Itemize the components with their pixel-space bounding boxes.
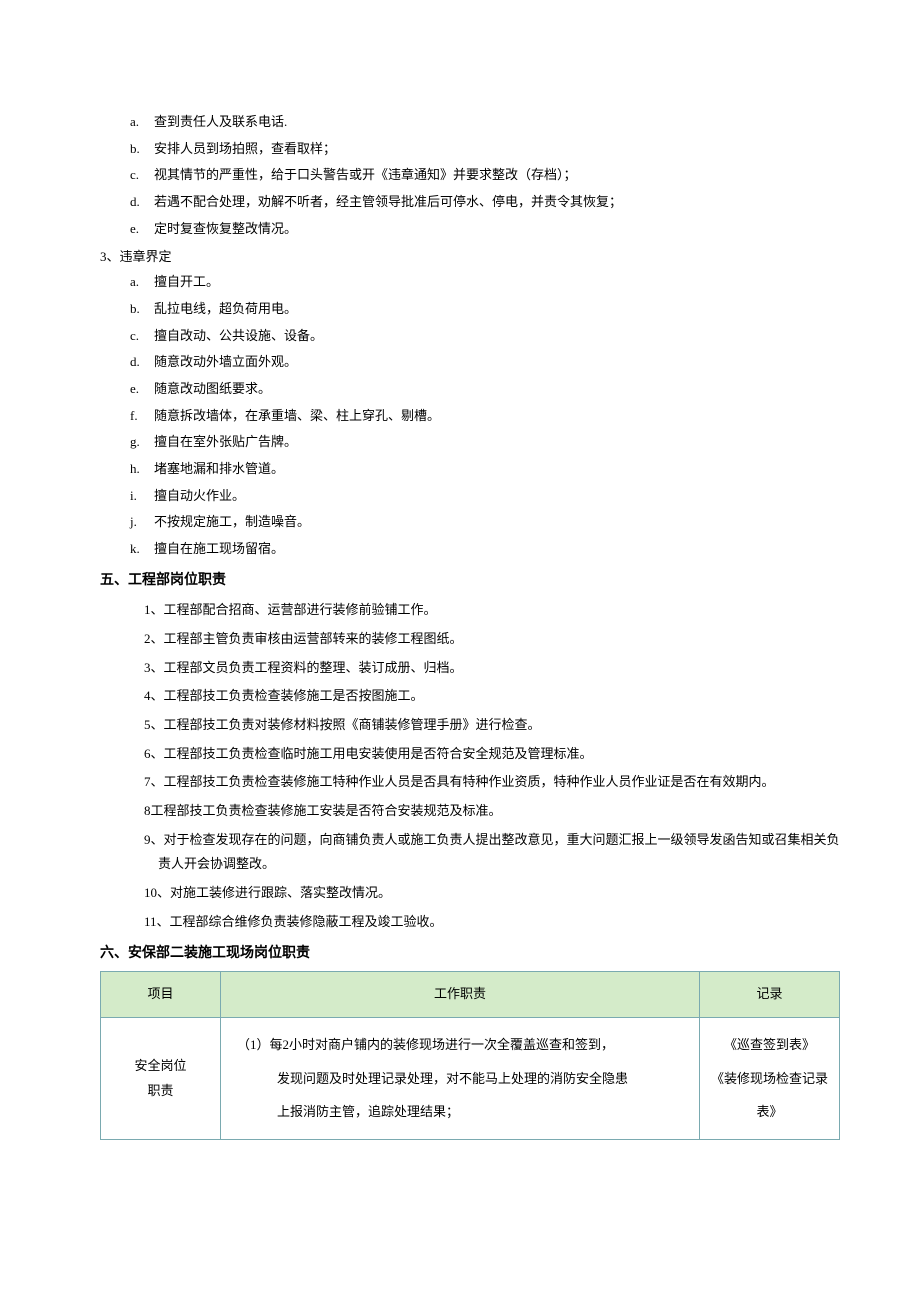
marker: b.: [130, 297, 154, 322]
item-text: 若遇不配合处理，劝解不听者，经主管领导批准后可停水、停电，并责令其恢复；: [154, 194, 622, 209]
list-item: 5、工程部技工负责对装修材料按照《商铺装修管理手册》进行检查。: [144, 713, 840, 738]
marker: g.: [130, 430, 154, 455]
item-text: 随意改动图纸要求。: [154, 381, 271, 396]
cell-line: 上报消防主管，追踪处理结果；: [237, 1095, 691, 1129]
list-item: 6、工程部技工负责检查临时施工用电安装使用是否符合安全规范及管理标准。: [144, 742, 840, 767]
list-item: 8工程部技工负责检查装修施工安装是否符合安装规范及标准。: [144, 799, 840, 824]
marker: a.: [130, 110, 154, 135]
item-text: 乱拉电线，超负荷用电。: [154, 301, 297, 316]
cell-line: 安全岗位: [109, 1054, 212, 1079]
cell-item: 安全岗位 职责: [101, 1017, 221, 1139]
list-item: 4、工程部技工负责检查装修施工是否按图施工。: [144, 684, 840, 709]
section-3-title: 3、违章界定: [100, 245, 840, 270]
list-item: b.安排人员到场拍照，查看取样；: [130, 137, 840, 162]
item-text: 安排人员到场拍照，查看取样；: [154, 141, 336, 156]
list-item: a.查到责任人及联系电话.: [130, 110, 840, 135]
marker: d.: [130, 350, 154, 375]
list-item: 9、对于检查发现存在的问题，向商铺负责人或施工负责人提出整改意见，重大问题汇报上…: [144, 828, 840, 877]
section-5-list: 1、工程部配合招商、运营部进行装修前验铺工作。 2、工程部主管负责审核由运营部转…: [144, 598, 840, 934]
marker: b.: [130, 137, 154, 162]
list-item: 1、工程部配合招商、运营部进行装修前验铺工作。: [144, 598, 840, 623]
list-item: i.擅自动火作业。: [130, 484, 840, 509]
cell-line: 《装修现场检查记录: [708, 1062, 831, 1096]
marker: e.: [130, 377, 154, 402]
item-text: 不按规定施工，制造噪音。: [154, 514, 310, 529]
item-text: 查到责任人及联系电话.: [154, 114, 287, 129]
cell-line: 表》: [708, 1095, 831, 1129]
item-text: 擅自改动、公共设施、设备。: [154, 328, 323, 343]
list-item: 7、工程部技工负责检查装修施工特种作业人员是否具有特种作业资质，特种作业人员作业…: [144, 770, 840, 795]
list-item: d.随意改动外墙立面外观。: [130, 350, 840, 375]
cell-line: 职责: [109, 1079, 212, 1104]
table-header-row: 项目 工作职责 记录: [101, 972, 840, 1018]
list-item: f.随意拆改墙体，在承重墙、梁、柱上穿孔、剔槽。: [130, 404, 840, 429]
header-item: 项目: [101, 972, 221, 1018]
section-6-header: 六、安保部二装施工现场岗位职责: [100, 941, 840, 968]
list-item: 3、工程部文员负责工程资料的整理、装订成册、归档。: [144, 656, 840, 681]
cell-record: 《巡查签到表》 《装修现场检查记录 表》: [700, 1017, 840, 1139]
item-text: 擅自在施工现场留宿。: [154, 541, 284, 556]
cell-duty: （1）每2小时对商户铺内的装修现场进行一次全覆盖巡查和签到， 发现问题及时处理记…: [221, 1017, 700, 1139]
item-text: 擅自动火作业。: [154, 488, 245, 503]
item-text: 随意拆改墙体，在承重墙、梁、柱上穿孔、剔槽。: [154, 408, 440, 423]
section-5-header: 五、工程部岗位职责: [100, 568, 840, 595]
cell-line: 《巡查签到表》: [708, 1028, 831, 1062]
marker: k.: [130, 537, 154, 562]
duties-table: 项目 工作职责 记录 安全岗位 职责 （1）每2小时对商户铺内的装修现场进行一次…: [100, 971, 840, 1140]
marker: e.: [130, 217, 154, 242]
item-text: 堵塞地漏和排水管道。: [154, 461, 284, 476]
item-text: 擅自在室外张贴广告牌。: [154, 434, 297, 449]
item-text: 擅自开工。: [154, 274, 219, 289]
list-item: d.若遇不配合处理，劝解不听者，经主管领导批准后可停水、停电，并责令其恢复；: [130, 190, 840, 215]
marker: i.: [130, 484, 154, 509]
item-text: 视其情节的严重性，给于口头警告或开《违章通知》并要求整改（存档）；: [154, 167, 577, 182]
list-item: a.擅自开工。: [130, 270, 840, 295]
table-row: 安全岗位 职责 （1）每2小时对商户铺内的装修现场进行一次全覆盖巡查和签到， 发…: [101, 1017, 840, 1139]
list-item: 2、工程部主管负责审核由运营部转来的装修工程图纸。: [144, 627, 840, 652]
list-item: g.擅自在室外张贴广告牌。: [130, 430, 840, 455]
marker: c.: [130, 163, 154, 188]
list-item: c.擅自改动、公共设施、设备。: [130, 324, 840, 349]
marker: h.: [130, 457, 154, 482]
header-record: 记录: [700, 972, 840, 1018]
item-text: 定时复查恢复整改情况。: [154, 221, 297, 236]
list-item: h.堵塞地漏和排水管道。: [130, 457, 840, 482]
list-item: k.擅自在施工现场留宿。: [130, 537, 840, 562]
list-item: 10、对施工装修进行跟踪、落实整改情况。: [144, 881, 840, 906]
list-item: e.定时复查恢复整改情况。: [130, 217, 840, 242]
cell-line: （1）每2小时对商户铺内的装修现场进行一次全覆盖巡查和签到，: [237, 1028, 691, 1062]
list-item: j.不按规定施工，制造噪音。: [130, 510, 840, 535]
item-text: 随意改动外墙立面外观。: [154, 354, 297, 369]
list-item: 11、工程部综合维修负责装修隐蔽工程及竣工验收。: [144, 910, 840, 935]
marker: d.: [130, 190, 154, 215]
duties-table-wrap: 项目 工作职责 记录 安全岗位 职责 （1）每2小时对商户铺内的装修现场进行一次…: [100, 971, 840, 1140]
cell-line: 发现问题及时处理记录处理，对不能马上处理的消防安全隐患: [237, 1062, 691, 1096]
marker: a.: [130, 270, 154, 295]
header-duty: 工作职责: [221, 972, 700, 1018]
marker: f.: [130, 404, 154, 429]
marker: j.: [130, 510, 154, 535]
list-item: b.乱拉电线，超负荷用电。: [130, 297, 840, 322]
list-item: c.视其情节的严重性，给于口头警告或开《违章通知》并要求整改（存档）；: [130, 163, 840, 188]
sublist-a: a.查到责任人及联系电话. b.安排人员到场拍照，查看取样； c.视其情节的严重…: [130, 110, 840, 241]
marker: c.: [130, 324, 154, 349]
section-3-list: a.擅自开工。 b.乱拉电线，超负荷用电。 c.擅自改动、公共设施、设备。 d.…: [130, 270, 840, 562]
list-item: e.随意改动图纸要求。: [130, 377, 840, 402]
